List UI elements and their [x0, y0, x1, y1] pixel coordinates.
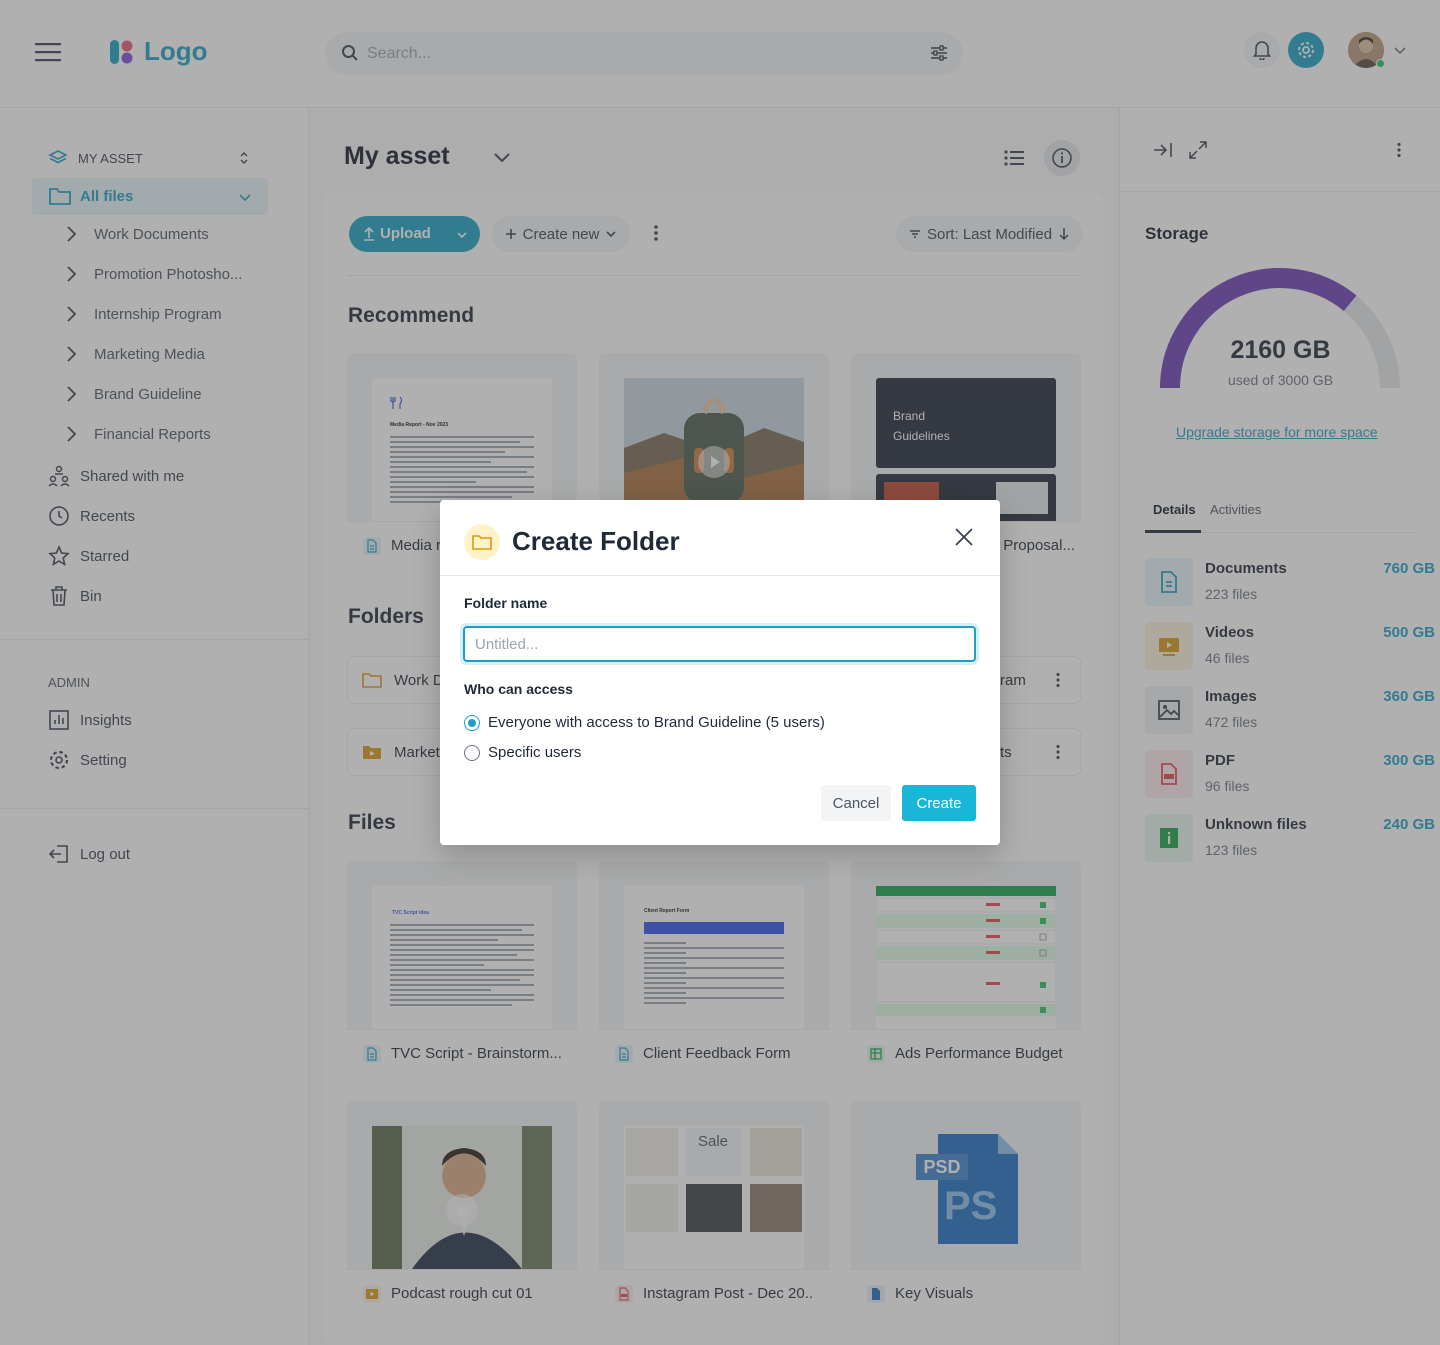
- close-icon[interactable]: [953, 526, 975, 548]
- create-folder-modal: Create Folder Folder name Who can access…: [440, 500, 1000, 845]
- modal-divider: [440, 575, 1000, 576]
- create-button[interactable]: Create: [902, 785, 976, 821]
- radio-selected[interactable]: [464, 714, 480, 731]
- access-label: Who can access: [464, 681, 573, 697]
- folder-name-input[interactable]: [463, 626, 976, 662]
- radio-unselected[interactable]: [464, 744, 480, 761]
- modal-title: Create Folder: [512, 526, 680, 556]
- folder-icon: [464, 524, 500, 560]
- folder-name-label: Folder name: [464, 595, 548, 611]
- access-option-specific[interactable]: Specific users: [464, 744, 581, 761]
- cancel-button[interactable]: Cancel: [821, 785, 891, 821]
- access-option-everyone[interactable]: Everyone with access to Brand Guideline …: [464, 714, 825, 731]
- access-option-label: Everyone with access to Brand Guideline …: [488, 714, 825, 731]
- access-option-label: Specific users: [488, 744, 582, 761]
